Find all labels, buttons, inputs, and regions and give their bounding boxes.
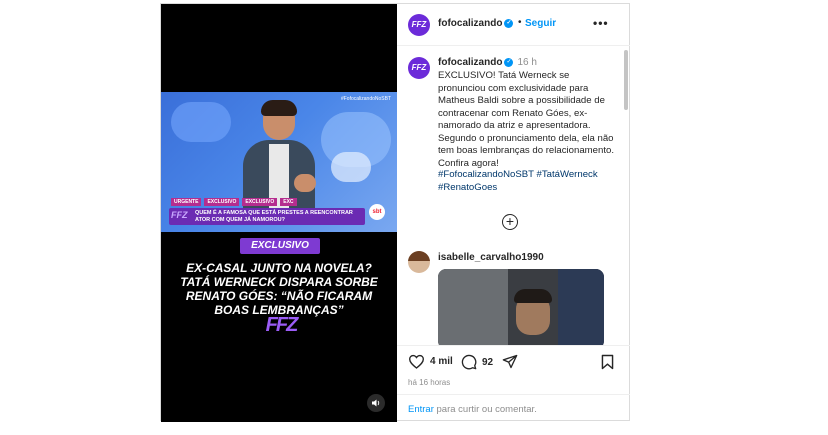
heart-icon[interactable]: [408, 354, 425, 369]
profile-avatar[interactable]: FFZ: [408, 14, 430, 36]
post-side-panel: FFZ fofocalizando ✓ • Seguir ••• FFZ fofo…: [397, 4, 630, 420]
ffz-logo: FFZ: [265, 314, 299, 336]
sbt-logo: sbt: [369, 204, 385, 220]
speaker-icon: [372, 399, 380, 407]
separator-dot: •: [518, 17, 522, 28]
caption-header: fofocalizando ✓ 16 h: [438, 57, 537, 68]
video-headline: EX-CASAL JUNTO NA NOVELA? TATÁ WERNECK D…: [180, 261, 378, 317]
header-username-wrap: fofocalizando ✓: [438, 18, 514, 29]
caption-text: EXCLUSIVO! Tatá Werneck se pronunciou co…: [438, 70, 614, 169]
caption-avatar[interactable]: FFZ: [408, 57, 430, 79]
commenter-username[interactable]: isabelle_carvalho1990: [438, 252, 544, 263]
commenter-avatar[interactable]: [408, 251, 430, 273]
comment-gif: [438, 269, 604, 345]
post-header: FFZ fofocalizando ✓ • Seguir •••: [397, 4, 630, 46]
exclusive-badge: EXCLUSIVO: [240, 238, 320, 254]
add-comment-bar: Entrar para curtir ou comentar.: [397, 394, 630, 421]
post-video[interactable]: #FofocalizandoNoSBT URGENTE EXCLUSIVO EX…: [161, 4, 397, 422]
verified-icon: ✓: [504, 57, 514, 67]
caption-hashtags[interactable]: #FofocalizandoNoSBT #TatáWerneck #Renato…: [438, 169, 618, 194]
comment-action[interactable]: 92: [461, 354, 493, 370]
comment-icon[interactable]: [461, 354, 477, 370]
post-actions: 4 mil 92 há 16 horas Entrar para curtir …: [397, 345, 630, 420]
like-action[interactable]: 4 mil: [408, 354, 453, 369]
ffz-mini-logo: FFZ: [171, 210, 188, 220]
share-icon[interactable]: [502, 354, 518, 369]
news-strip-item: EXC: [280, 198, 297, 206]
login-prompt-text: para curtir ou comentar.: [433, 404, 537, 415]
studio-shape: [171, 102, 231, 142]
lower-third-text: QUEM É A FAMOSA QUE ESTÁ PRESTES A REENC…: [195, 210, 353, 223]
mute-button[interactable]: [367, 394, 385, 412]
comments-scrollbar[interactable]: [624, 50, 628, 110]
instagram-post: #FofocalizandoNoSBT URGENTE EXCLUSIVO EX…: [160, 3, 630, 422]
login-link[interactable]: Entrar: [408, 404, 434, 415]
news-strip-item: EXCLUSIVO: [242, 198, 278, 206]
video-frame: #FofocalizandoNoSBT URGENTE EXCLUSIVO EX…: [161, 92, 397, 232]
caption-time: 16 h: [517, 57, 537, 68]
post-time-ago: há 16 horas: [408, 378, 451, 387]
login-prompt: Entrar para curtir ou comentar.: [408, 404, 537, 415]
more-options-icon[interactable]: •••: [593, 16, 609, 30]
header-username[interactable]: fofocalizando: [438, 18, 502, 29]
verified-icon: ✓: [504, 18, 514, 28]
likes-count: 4 mil: [430, 356, 453, 367]
comments-section[interactable]: FFZ fofocalizando ✓ 16 h EXCLUSIVO! Tatá W…: [397, 47, 630, 345]
share-action[interactable]: [502, 354, 518, 369]
caption-username[interactable]: fofocalizando: [438, 57, 502, 68]
studio-shape: [331, 152, 371, 182]
load-more-comments-icon[interactable]: +: [502, 214, 518, 230]
save-action[interactable]: [601, 354, 614, 370]
video-hashtag: #FofocalizandoNoSBT: [340, 96, 391, 102]
follow-button[interactable]: Seguir: [525, 18, 556, 29]
news-strip: URGENTE EXCLUSIVO EXCLUSIVO EXC: [171, 198, 297, 206]
bookmark-icon[interactable]: [601, 354, 614, 370]
comments-count: 92: [482, 356, 494, 368]
news-strip-item: URGENTE: [171, 198, 202, 206]
news-strip-item: EXCLUSIVO: [204, 198, 240, 206]
lower-third-banner: FFZ QUEM É A FAMOSA QUE ESTÁ PRESTES A R…: [169, 208, 365, 225]
